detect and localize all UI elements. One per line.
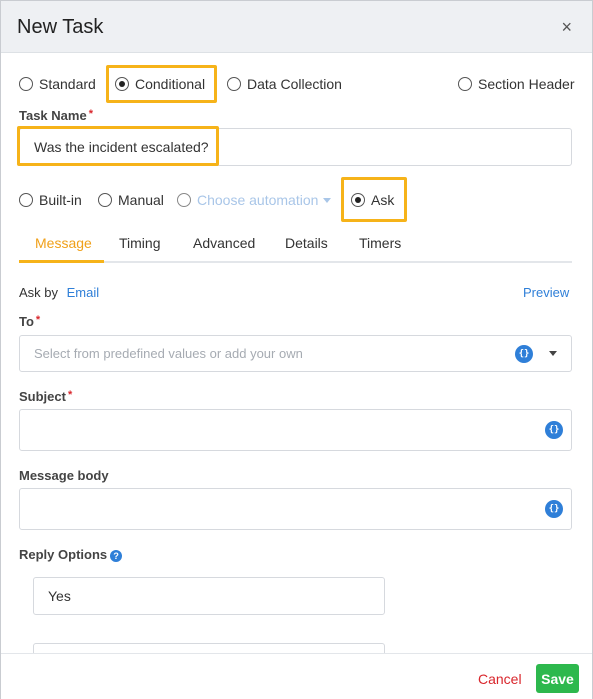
radio-data-collection[interactable]: Data Collection (227, 76, 342, 92)
chevron-down-icon[interactable] (549, 351, 557, 356)
subject-label-text: Subject (19, 389, 66, 404)
ask-by-email-link[interactable]: Email (67, 285, 100, 300)
required-mark: * (35, 314, 41, 326)
task-type-section-header-wrap: Section Header (458, 72, 575, 96)
required-mark: * (67, 389, 73, 401)
message-body-label: Message body (19, 468, 109, 483)
radio-choose-automation[interactable]: Choose automation (177, 192, 332, 208)
task-type-data-collection-wrap: Data Collection (227, 72, 342, 96)
mode-manual-wrap: Manual (98, 188, 164, 212)
task-type-group: Standard (19, 72, 96, 96)
variable-braces-icon[interactable]: {} (545, 500, 563, 518)
variable-braces-icon[interactable]: {} (545, 421, 563, 439)
radio-circle-icon (458, 77, 472, 91)
task-name-label-text: Task Name (19, 108, 87, 123)
new-task-dialog: New Task × Standard Conditional Data Col… (0, 0, 593, 699)
tab-bar: Message Timing Advanced Details Timers (19, 229, 572, 263)
radio-label: Built-in (39, 192, 82, 208)
to-label-text: To (19, 314, 34, 329)
radio-circle-icon (177, 193, 191, 207)
message-body-input[interactable] (19, 488, 572, 530)
radio-circle-icon (98, 193, 112, 207)
help-icon[interactable]: ? (110, 549, 123, 562)
ask-by-row: Ask by Email (19, 285, 99, 300)
tab-advanced[interactable]: Advanced (193, 235, 255, 251)
radio-section-header[interactable]: Section Header (458, 76, 575, 92)
radio-label: Section Header (478, 76, 575, 92)
radio-manual[interactable]: Manual (98, 192, 164, 208)
conditional-highlight (106, 65, 217, 103)
variable-braces-icon[interactable]: {} (515, 345, 533, 363)
subject-label: Subject * (19, 389, 72, 404)
reply-option-input[interactable]: Yes (33, 577, 385, 615)
radio-circle-icon (19, 193, 33, 207)
mode-automation-wrap: Choose automation (177, 188, 332, 212)
reply-options-label-text: Reply Options (19, 547, 108, 562)
tab-message[interactable]: Message (35, 235, 92, 251)
task-name-label: Task Name * (19, 108, 93, 123)
ask-highlight (341, 177, 407, 222)
close-icon[interactable]: × (561, 18, 572, 36)
active-tab-indicator (19, 260, 104, 263)
dialog-title: New Task (17, 16, 104, 38)
mode-builtin-wrap: Built-in (19, 188, 82, 212)
radio-standard[interactable]: Standard (19, 76, 96, 92)
radio-label: Manual (118, 192, 164, 208)
cancel-button[interactable]: Cancel (478, 671, 522, 687)
chevron-down-icon (323, 197, 332, 203)
tab-timers[interactable]: Timers (359, 235, 401, 251)
radio-label: Standard (39, 76, 96, 92)
radio-built-in[interactable]: Built-in (19, 192, 82, 208)
dialog-header: New Task × (1, 1, 592, 53)
to-placeholder: Select from predefined values or add you… (34, 346, 303, 361)
preview-link[interactable]: Preview (523, 285, 569, 300)
radio-label: Data Collection (247, 76, 342, 92)
tab-details[interactable]: Details (285, 235, 328, 251)
radio-circle-icon (19, 77, 33, 91)
to-label: To * (19, 314, 40, 329)
reply-option-value: Yes (48, 588, 71, 604)
radio-label: Choose automation (197, 192, 319, 208)
subject-input[interactable] (19, 409, 572, 451)
save-button[interactable]: Save (536, 664, 579, 693)
dialog-footer: Cancel Save (1, 653, 592, 699)
ask-by-label: Ask by (19, 285, 59, 300)
tab-timing[interactable]: Timing (119, 235, 161, 251)
to-select-input[interactable]: Select from predefined values or add you… (19, 335, 572, 372)
reply-options-label: Reply Options? (19, 547, 123, 562)
required-mark: * (88, 108, 93, 120)
radio-circle-icon (227, 77, 241, 91)
task-name-highlight (17, 126, 219, 166)
